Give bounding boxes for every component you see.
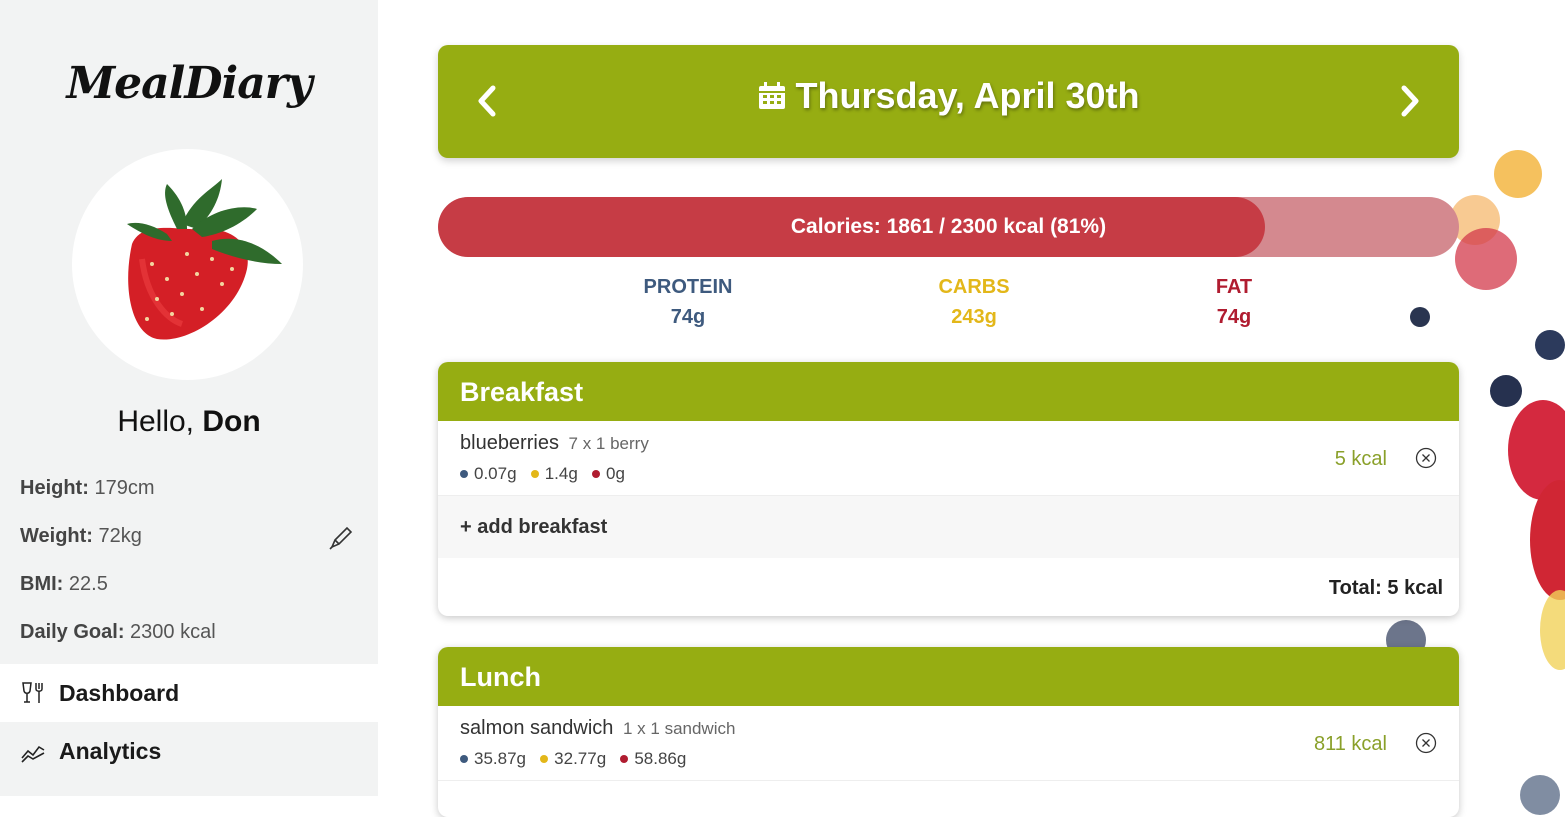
height-value: 179cm: [94, 477, 155, 499]
decor-blueberry: [1520, 775, 1560, 815]
calorie-progress-text: Calories: 1861 / 2300 kcal (81%): [790, 215, 1107, 238]
protein-label: PROTEIN: [643, 276, 733, 298]
chevron-right-icon[interactable]: [1391, 83, 1427, 119]
weight-value: 72kg: [98, 525, 142, 547]
carbs-label: CARBS: [938, 276, 1010, 298]
food-quantity: 7 x 1 berry: [568, 434, 649, 453]
bmi-value: 22.5: [68, 573, 108, 595]
macro-fat: FAT 74g: [1154, 276, 1314, 329]
food-protein: 0.07g: [474, 464, 517, 483]
dining-icon: [22, 682, 43, 703]
calorie-progress-bar: Calories: 1861 / 2300 kcal (81%): [438, 197, 1459, 257]
food-name: blueberries: [460, 432, 559, 454]
nav-dashboard[interactable]: Dashboard: [0, 664, 378, 722]
add-breakfast-button[interactable]: + add breakfast: [438, 496, 1459, 558]
total-value: 5 kcal: [1387, 577, 1443, 599]
food-protein: 35.87g: [474, 749, 526, 768]
food-carbs: 32.77g: [554, 749, 607, 768]
food-name: salmon sandwich: [460, 717, 614, 739]
greeting-text: Hello,: [117, 405, 195, 438]
carbs-dot: [540, 755, 549, 763]
food-quantity: 1 x 1 sandwich: [622, 719, 736, 738]
fat-label: FAT: [1215, 276, 1253, 298]
fat-dot: [620, 755, 629, 763]
avatar: [72, 149, 303, 380]
remove-circle-icon[interactable]: [1415, 732, 1437, 754]
protein-value: 74g: [670, 306, 706, 328]
meal-total: Total: 5 kcal: [438, 558, 1459, 616]
pencil-icon[interactable]: [328, 525, 354, 551]
chart-line-icon: [21, 745, 45, 763]
food-kcal: 811 kcal: [1313, 733, 1387, 755]
goal-value: 2300 kcal: [130, 621, 216, 643]
food-name-wrap: blueberries 7 x 1 berry: [460, 432, 649, 455]
decor-fruit: [1494, 150, 1542, 198]
weight-label: Weight:: [20, 525, 93, 547]
protein-dot: [460, 755, 468, 763]
fat-value: 74g: [1216, 306, 1252, 328]
strawberry-image: [127, 179, 282, 340]
food-macros: 35.87g 32.77g 58.86g: [460, 749, 686, 769]
food-name-wrap: salmon sandwich 1 x 1 sandwich: [460, 717, 735, 740]
food-fat: 58.86g: [634, 749, 687, 768]
meal-card-lunch: Lunch salmon sandwich 1 x 1 sandwich 35.…: [438, 647, 1459, 817]
decor-fruit: [1540, 590, 1565, 670]
fat-dot: [591, 470, 600, 478]
remove-circle-icon[interactable]: [1415, 447, 1437, 469]
nav-dashboard-label: Dashboard: [59, 679, 180, 706]
date-text: Thursday, April 30th: [795, 75, 1140, 116]
food-macros: 0.07g 1.4g 0g: [460, 464, 625, 484]
carbs-dot: [530, 470, 539, 478]
stat-weight: Weight: 72kg: [20, 525, 142, 548]
height-label: Height:: [20, 477, 89, 499]
macro-carbs: CARBS 243g: [894, 276, 1054, 329]
decor-raspberry: [1455, 228, 1517, 290]
food-row: blueberries 7 x 1 berry 0.07g 1.4g 0g 5 …: [438, 421, 1459, 496]
total-label: Total:: [1328, 577, 1382, 599]
nav-analytics-label: Analytics: [59, 737, 162, 764]
date-navigator: Thursday, April 30th: [438, 45, 1459, 158]
user-name: Don: [202, 405, 261, 438]
date-title[interactable]: Thursday, April 30th: [438, 75, 1459, 117]
meal-card-breakfast: Breakfast blueberries 7 x 1 berry 0.07g …: [438, 362, 1459, 616]
food-row: salmon sandwich 1 x 1 sandwich 35.87g 32…: [438, 706, 1459, 781]
food-fat: 0g: [605, 464, 625, 483]
stat-daily-goal: Daily Goal: 2300 kcal: [20, 621, 216, 644]
decor-blueberry: [1490, 375, 1522, 407]
protein-dot: [460, 470, 468, 478]
bmi-label: BMI:: [20, 573, 64, 595]
food-kcal: 5 kcal: [1334, 448, 1387, 470]
food-carbs: 1.4g: [544, 464, 578, 483]
greeting: Hello, Don: [0, 405, 378, 439]
goal-label: Daily Goal:: [20, 621, 125, 643]
stat-bmi: BMI: 22.5: [20, 573, 108, 596]
stat-height: Height: 179cm: [20, 477, 154, 500]
meal-title: Breakfast: [438, 362, 1459, 421]
meal-title: Lunch: [438, 647, 1459, 706]
nav-analytics[interactable]: Analytics: [0, 722, 378, 780]
sidebar: MealDiary Hello, Don Height: 179cm Weigh…: [0, 0, 378, 796]
macro-protein: PROTEIN 74g: [608, 276, 768, 329]
decor-blueberry: [1410, 307, 1430, 327]
app-logo[interactable]: MealDiary: [0, 58, 378, 109]
carbs-value: 243g: [951, 306, 997, 328]
calendar-icon: [759, 82, 786, 109]
decor-blueberry: [1535, 330, 1565, 360]
